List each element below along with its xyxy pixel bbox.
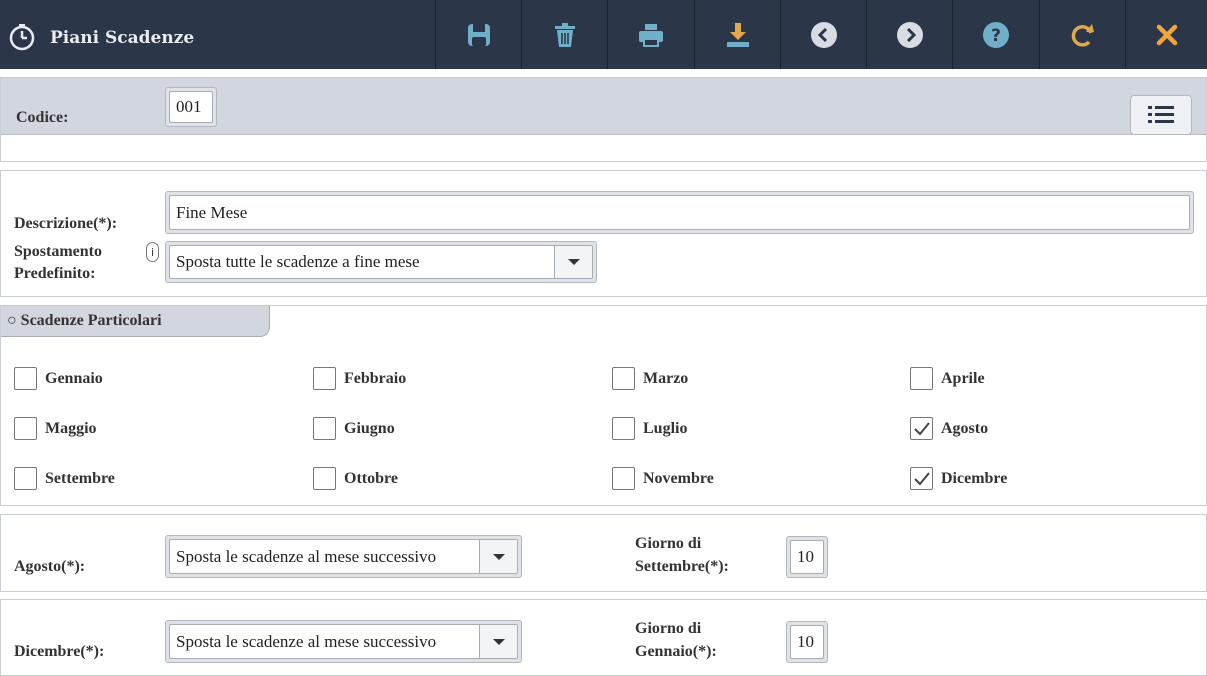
checkbox-checked[interactable] — [910, 417, 933, 440]
checkbox-unchecked[interactable] — [313, 417, 336, 440]
spostamento-select[interactable]: Sposta tutte le scadenze a fine mese — [165, 241, 597, 283]
checkbox-unchecked[interactable] — [612, 417, 635, 440]
section-title[interactable]: ○ Scadenze Particolari — [1, 306, 270, 337]
agosto-value: Sposta le scadenze al mese successivo — [176, 546, 437, 566]
list-button[interactable] — [1130, 95, 1192, 135]
help-circle-icon: ? — [982, 21, 1009, 48]
codice-field[interactable]: 001 — [165, 87, 217, 127]
printer-icon — [638, 23, 663, 47]
dicembre-label: Dicembre(*): — [14, 643, 105, 660]
check-icon — [913, 471, 930, 485]
help-button[interactable]: ? — [952, 0, 1038, 69]
month-checkbox[interactable]: Aprile — [910, 367, 985, 390]
spostamento-label-line2: Predefinito: — [14, 265, 96, 282]
chevron-down-icon[interactable] — [479, 625, 517, 658]
checkbox-unchecked[interactable] — [910, 367, 933, 390]
month-checkbox[interactable]: Gennaio — [14, 367, 103, 390]
descrizione-label: Descrizione(*): — [14, 215, 118, 232]
month-label: Febbraio — [344, 369, 407, 387]
month-label: Agosto — [941, 419, 989, 437]
giorno-settembre-field[interactable]: 10 — [786, 536, 828, 578]
checkbox-unchecked[interactable] — [14, 417, 37, 440]
giorno-gennaio-input[interactable]: 10 — [790, 625, 824, 659]
close-button[interactable] — [1125, 0, 1207, 69]
codice-label: Codice: — [16, 109, 69, 126]
chevron-down-icon[interactable] — [479, 540, 517, 573]
dicembre-value: Sposta le scadenze al mese successivo — [176, 631, 437, 651]
chevron-down-icon[interactable] — [554, 246, 592, 278]
codice-input[interactable]: 001 — [169, 91, 213, 123]
spostamento-label-line1: Spostamento — [14, 243, 103, 260]
list-icon — [1148, 106, 1174, 123]
month-label: Ottobre — [344, 469, 398, 487]
checkbox-unchecked[interactable] — [612, 467, 635, 490]
month-checkbox[interactable]: Febbraio — [313, 367, 406, 390]
month-checkbox[interactable]: Giugno — [313, 417, 395, 440]
month-label: Novembre — [643, 469, 714, 487]
month-label: Gennaio — [45, 369, 103, 387]
print-button[interactable] — [607, 0, 693, 69]
month-label: Settembre — [45, 469, 115, 487]
month-checkbox[interactable]: Maggio — [14, 417, 97, 440]
download-button[interactable] — [694, 0, 780, 69]
giorno-settembre-label-line2: Settembre(*): — [635, 558, 729, 575]
scadenze-panel: ○ Scadenze Particolari Gennaio Febbraio Ma… — [0, 305, 1207, 506]
main-panel: Descrizione(*): Fine Mese Spostamento Pr… — [0, 170, 1207, 297]
floppy-icon — [467, 23, 490, 46]
giorno-settembre-label-line1: Giorno di — [635, 535, 702, 552]
month-label: Dicembre — [941, 469, 1008, 487]
month-checkbox[interactable]: Dicembre — [910, 467, 1007, 490]
toolbar: Piani Scadenze ? — [0, 0, 1207, 69]
descrizione-input[interactable]: Fine Mese — [169, 195, 1190, 230]
next-button[interactable] — [866, 0, 952, 69]
agosto-panel: Agosto(*): Sposta le scadenze al mese su… — [0, 514, 1207, 592]
month-label: Luglio — [643, 419, 688, 437]
codice-panel: Codice: 001 — [0, 77, 1207, 162]
month-label: Maggio — [45, 419, 97, 437]
page-title: Piani Scadenze — [50, 28, 195, 48]
save-button[interactable] — [435, 0, 521, 69]
giorno-settembre-input[interactable]: 10 — [790, 540, 824, 574]
check-icon — [913, 421, 930, 435]
checkbox-checked[interactable] — [910, 467, 933, 490]
chevron-right-circle-icon — [896, 21, 923, 48]
close-icon — [1156, 24, 1177, 45]
month-checkbox[interactable]: Luglio — [612, 417, 687, 440]
previous-button[interactable] — [780, 0, 866, 69]
checkbox-unchecked[interactable] — [313, 467, 336, 490]
spostamento-value: Sposta tutte le scadenze a fine mese — [176, 252, 420, 271]
chevron-left-circle-icon — [810, 21, 837, 48]
month-label: Marzo — [643, 369, 689, 387]
checkbox-unchecked[interactable] — [14, 467, 37, 490]
redo-icon — [1071, 23, 1094, 47]
month-checkbox[interactable]: Marzo — [612, 367, 688, 390]
giorno-gennaio-field[interactable]: 10 — [786, 621, 828, 663]
dicembre-panel: Dicembre(*): Sposta le scadenze al mese … — [0, 599, 1207, 676]
descrizione-field[interactable]: Fine Mese — [165, 191, 1194, 234]
giorno-gennaio-label-line1: Giorno di — [635, 620, 702, 637]
stopwatch-icon — [9, 24, 35, 51]
refresh-button[interactable] — [1039, 0, 1125, 69]
giorno-gennaio-label-line2: Gennaio(*): — [635, 643, 717, 660]
svg-text:?: ? — [991, 26, 1001, 46]
month-label: Aprile — [941, 369, 985, 387]
dicembre-select[interactable]: Sposta le scadenze al mese successivo — [165, 620, 522, 663]
trash-icon — [554, 22, 575, 47]
info-icon[interactable]: i — [146, 242, 159, 262]
agosto-select[interactable]: Sposta le scadenze al mese successivo — [165, 535, 522, 578]
checkbox-unchecked[interactable] — [612, 367, 635, 390]
checkbox-unchecked[interactable] — [313, 367, 336, 390]
month-checkbox[interactable]: Agosto — [910, 417, 988, 440]
checkbox-unchecked[interactable] — [14, 367, 37, 390]
month-label: Giugno — [344, 419, 395, 437]
title-area: Piani Scadenze — [0, 0, 435, 69]
agosto-label: Agosto(*): — [14, 558, 86, 575]
delete-button[interactable] — [521, 0, 607, 69]
month-checkbox[interactable]: Ottobre — [313, 467, 398, 490]
download-icon — [726, 22, 749, 47]
month-checkbox[interactable]: Novembre — [612, 467, 714, 490]
month-checkbox[interactable]: Settembre — [14, 467, 115, 490]
